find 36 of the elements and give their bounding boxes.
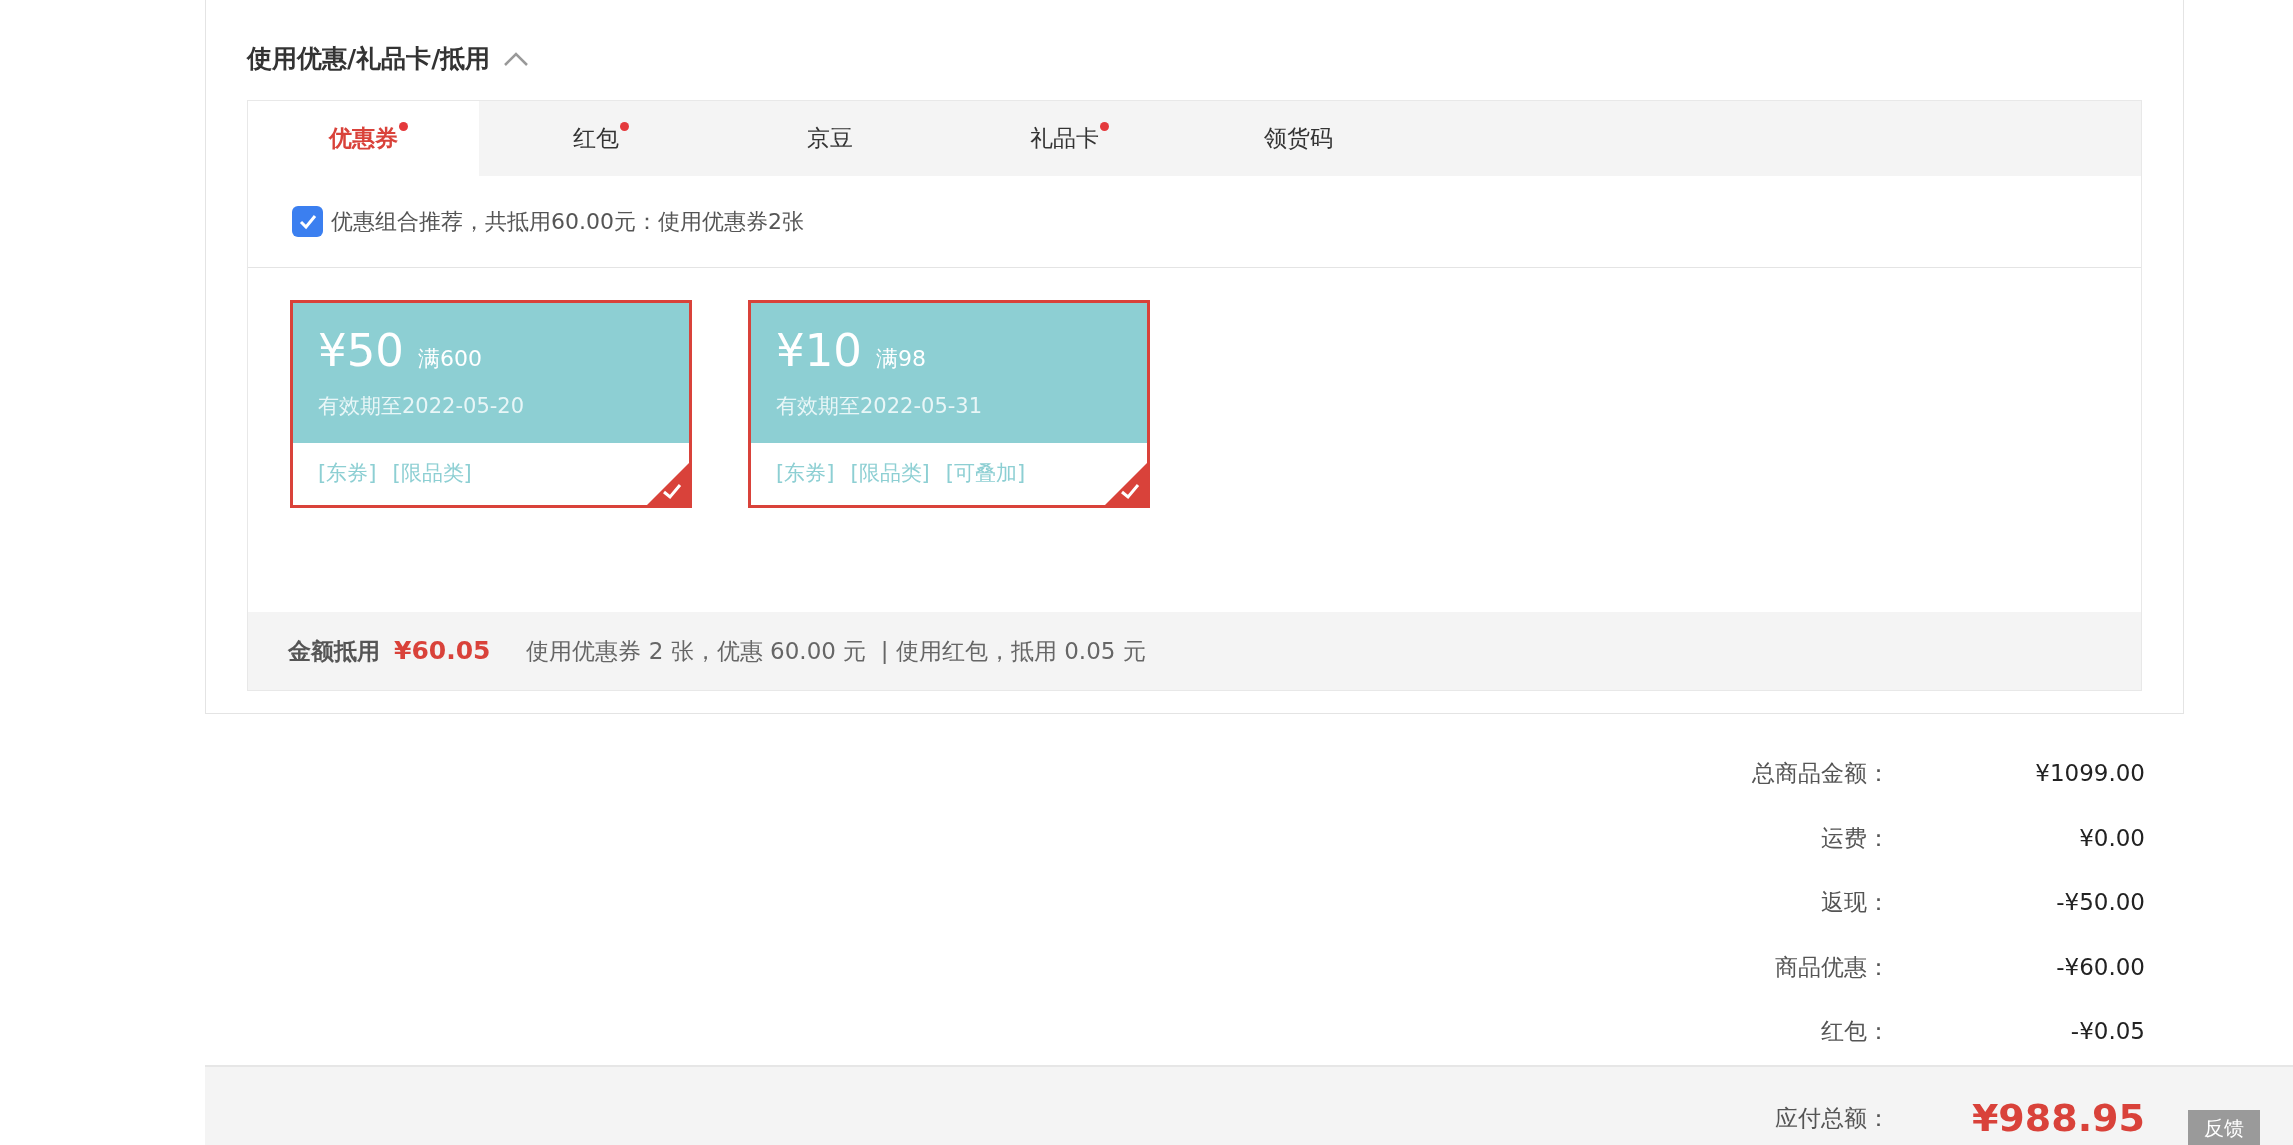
tab[interactable]: 优惠券 <box>248 101 479 176</box>
summary-label: 返现： <box>1820 888 1890 917</box>
coupon-validity: 有效期至2022-05-31 <box>776 392 984 420</box>
coupon-validity: 有效期至2022-05-20 <box>318 392 526 420</box>
summary-value: -¥50.00 <box>2055 888 2145 917</box>
summary-value: ¥0.00 <box>2078 823 2145 853</box>
recommend-label: 优惠组合推荐，共抵用60.00元：使用优惠券2张 <box>331 208 804 236</box>
coupon-tag: [可叠加] <box>945 458 1026 490</box>
total-amount: ¥988.95 <box>1970 1095 2145 1142</box>
tab[interactable]: 京豆 <box>713 101 947 176</box>
coupon-amount: ¥50 <box>318 323 404 379</box>
deduction-label: 金额抵用 <box>288 636 380 666</box>
summary-label: 运费： <box>1820 823 1890 853</box>
coupon-tag: [东券] <box>776 458 835 490</box>
selected-check-icon <box>1105 463 1147 505</box>
deduction-amount: ¥60.05 <box>394 635 491 668</box>
coupon-condition: 满98 <box>875 345 926 373</box>
tab[interactable]: 领货码 <box>1181 101 1415 176</box>
summary-label: 商品优惠： <box>1774 952 1890 982</box>
coupon-tag: [限品类] <box>392 458 472 490</box>
coupon-tag: [东券] <box>318 458 377 490</box>
deduction-detail: 使用优惠券 2 张，优惠 60.00 元 | 使用红包，抵用 0.05 元 <box>526 636 1146 666</box>
tab[interactable]: 红包 <box>479 101 713 176</box>
selected-check-icon <box>647 463 689 505</box>
summary-value: ¥1099.00 <box>2034 759 2145 788</box>
summary-value: -¥60.00 <box>2055 952 2145 982</box>
checkbox[interactable] <box>292 206 323 237</box>
summary-value: -¥0.05 <box>2069 1017 2145 1046</box>
coupon-tag: [限品类] <box>850 458 930 490</box>
summary-label: 红包： <box>1820 1017 1890 1046</box>
coupon-condition: 满600 <box>417 345 482 373</box>
section-title: 使用优惠/礼品卡/抵用 <box>247 43 491 76</box>
total-label: 应付总额： <box>1774 1104 1890 1134</box>
tab[interactable]: 礼品卡 <box>947 101 1181 176</box>
summary-label: 总商品金额： <box>1751 759 1890 788</box>
coupon-amount: ¥10 <box>776 323 862 379</box>
